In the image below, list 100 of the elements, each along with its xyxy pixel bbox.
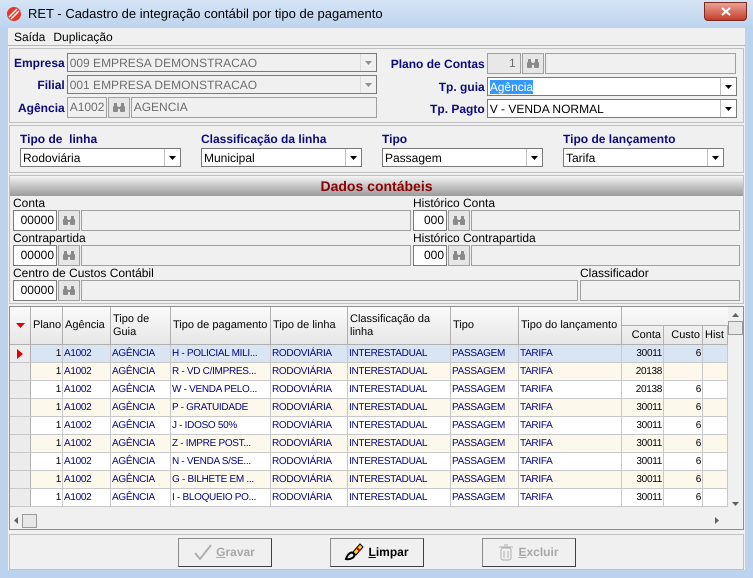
dropdown-arrow-icon <box>724 84 732 88</box>
table-cell: A1002 <box>63 489 111 506</box>
column-header[interactable]: Tipo de Guia <box>111 307 171 344</box>
table-row[interactable]: 1 A1002 AGÊNCIA J - IDOSO 50% RODOVIÁRIA INTERESTADUAL PASSAGEM TARIFA 30011 6 <box>10 417 728 435</box>
table-cell: A1002 <box>63 435 111 452</box>
search-button[interactable] <box>58 280 80 301</box>
table-cell: PASSAGEM <box>451 363 519 380</box>
dropdown-field[interactable]: Rodoviária <box>20 148 181 167</box>
dropdown-field[interactable]: Tarifa <box>563 148 724 167</box>
table-cell: TARIFA <box>519 399 622 416</box>
dropdown-field[interactable]: Municipal <box>201 148 362 167</box>
table-cell: PASSAGEM <box>451 471 519 488</box>
action-button[interactable]: Limpar <box>330 538 424 566</box>
search-button[interactable] <box>522 53 544 74</box>
table-cell: PASSAGEM <box>451 453 519 470</box>
code-field[interactable]: 00000 <box>13 210 57 231</box>
column-header[interactable]: Tipo <box>451 307 519 344</box>
table-cell: RODOVIÁRIA <box>271 435 348 452</box>
table-cell: PASSAGEM <box>451 381 519 398</box>
table-row[interactable]: 1 A1002 AGÊNCIA Z - IMPRE POST... RODOVIÁRIA INTERESTADUAL PASSAGEM TARIFA 30011 6 <box>10 435 728 453</box>
column-header[interactable]: Tipo do lançamento <box>519 307 622 344</box>
table-cell: 6 <box>664 399 703 416</box>
scroll-left-icon <box>14 517 18 524</box>
table-row[interactable]: 1 A1002 AGÊNCIA P - GRATUIDADE RODOVIÁRIA INTERESTADUAL PASSAGEM TARIFA 30011 6 <box>10 399 728 417</box>
table-cell: INTERESTADUAL <box>348 435 451 452</box>
column-header[interactable]: Plano <box>31 307 63 344</box>
code-field[interactable]: 000 <box>413 210 447 231</box>
table-cell: 1 <box>31 345 63 362</box>
menu-item[interactable]: Duplicação <box>53 28 113 46</box>
menu-item[interactable]: Saída <box>14 28 46 46</box>
code-field[interactable]: 00000 <box>13 280 57 301</box>
table-cell: 6 <box>664 489 703 506</box>
table-row[interactable]: 1 A1002 AGÊNCIA R - VD C/IMPRES... RODOVIÁRIA INTERESTADUAL PASSAGEM TARIFA 20138 <box>10 363 728 381</box>
column-header[interactable]: Agência <box>63 307 111 344</box>
check-icon <box>194 544 212 560</box>
table-row[interactable]: 1 A1002 AGÊNCIA G - BILHETE EM ... RODOVIÁRIA INTERESTADUAL PASSAGEM TARIFA 30011 6 <box>10 471 728 489</box>
dropdown-arrow-icon <box>169 156 176 160</box>
table-cell: A1002 <box>63 417 111 434</box>
table-cell: A1002 <box>63 381 111 398</box>
search-button[interactable] <box>448 245 470 266</box>
scroll-thumb[interactable] <box>22 514 37 528</box>
table-cell: Z - IMPRE POST... <box>171 435 271 452</box>
table-cell: 30011 <box>622 399 664 416</box>
field-label: Histórico Conta <box>413 196 496 210</box>
table-cell: TARIFA <box>519 417 622 434</box>
table-cell: 6 <box>664 417 703 434</box>
dropdown-field[interactable]: V - VENDA NORMAL <box>486 99 737 118</box>
column-header[interactable]: Conta <box>622 326 664 344</box>
table-cell: AGÊNCIA <box>111 363 171 380</box>
search-button[interactable] <box>58 210 80 231</box>
table-cell: 1 <box>31 399 63 416</box>
table-cell: 1 <box>31 471 63 488</box>
table-cell: 1 <box>31 417 63 434</box>
table-cell: 6 <box>664 435 703 452</box>
scroll-right-icon <box>715 517 719 524</box>
table-cell: RODOVIÁRIA <box>271 363 348 380</box>
table-cell: G - BILHETE EM ... <box>171 471 271 488</box>
table-cell: 30011 <box>622 435 664 452</box>
table-cell: 1 <box>31 381 63 398</box>
table-cell: INTERESTADUAL <box>348 417 451 434</box>
description-field: A1002 <box>66 97 107 118</box>
column-header[interactable]: Custo <box>664 326 703 344</box>
field-label: Empresa <box>14 56 65 70</box>
dropdown-field[interactable]: Passagem <box>382 148 543 167</box>
column-header[interactable]: Tipo de linha <box>271 307 348 344</box>
table-cell: TARIFA <box>519 363 622 380</box>
table-cell: INTERESTADUAL <box>348 453 451 470</box>
search-button[interactable] <box>108 97 130 118</box>
table-cell: TARIFA <box>519 471 622 488</box>
scroll-thumb[interactable] <box>728 321 743 335</box>
column-header[interactable]: Classificação da linha <box>348 307 451 344</box>
close-button[interactable] <box>704 2 747 20</box>
binoculars-icon <box>526 59 539 68</box>
table-row[interactable]: 1 A1002 AGÊNCIA W - VENDA PELO... RODOVIÁRIA INTERESTADUAL PASSAGEM TARIFA 20138 6 <box>10 381 728 399</box>
code-field[interactable]: 000 <box>413 245 447 266</box>
binoculars-icon <box>63 286 75 295</box>
search-button[interactable] <box>448 210 470 231</box>
table-cell: 6 <box>664 381 703 398</box>
field-label: Plano de Contas <box>390 56 485 70</box>
table-cell: A1002 <box>63 453 111 470</box>
table-cell: RODOVIÁRIA <box>271 489 348 506</box>
table-row[interactable]: 1 A1002 AGÊNCIA I - BLOQUEIO PO... RODOVIÁRIA INTERESTADUAL PASSAGEM TARIFA 30011 6 <box>10 489 728 507</box>
binoculars-icon <box>453 216 465 225</box>
table-cell: 30011 <box>622 453 664 470</box>
scroll-up-icon <box>732 313 739 317</box>
search-button[interactable] <box>58 245 80 266</box>
table-cell: RODOVIÁRIA <box>271 381 348 398</box>
table-cell: W - VENDA PELO... <box>171 381 271 398</box>
dropdown-arrow-icon <box>364 60 372 64</box>
table-cell: INTERESTADUAL <box>348 363 451 380</box>
table-cell: PASSAGEM <box>451 435 519 452</box>
field-label: Agência <box>18 100 65 114</box>
table-row[interactable]: 1 A1002 AGÊNCIA H - POLICIAL MILI... RODOVIÁRIA INTERESTADUAL PASSAGEM TARIFA 30011 6 <box>10 345 728 363</box>
table-row[interactable]: 1 A1002 AGÊNCIA N - VENDA S/SE... RODOVIÁRIA INTERESTADUAL PASSAGEM TARIFA 30011 6 <box>10 453 728 471</box>
binoculars-icon <box>63 251 75 260</box>
table-cell: N - VENDA S/SE... <box>171 453 271 470</box>
column-header[interactable]: Tipo de pagamento <box>171 307 271 344</box>
code-field[interactable]: 00000 <box>13 245 57 266</box>
table-cell: H - POLICIAL MILI... <box>171 345 271 362</box>
table-cell: INTERESTADUAL <box>348 399 451 416</box>
